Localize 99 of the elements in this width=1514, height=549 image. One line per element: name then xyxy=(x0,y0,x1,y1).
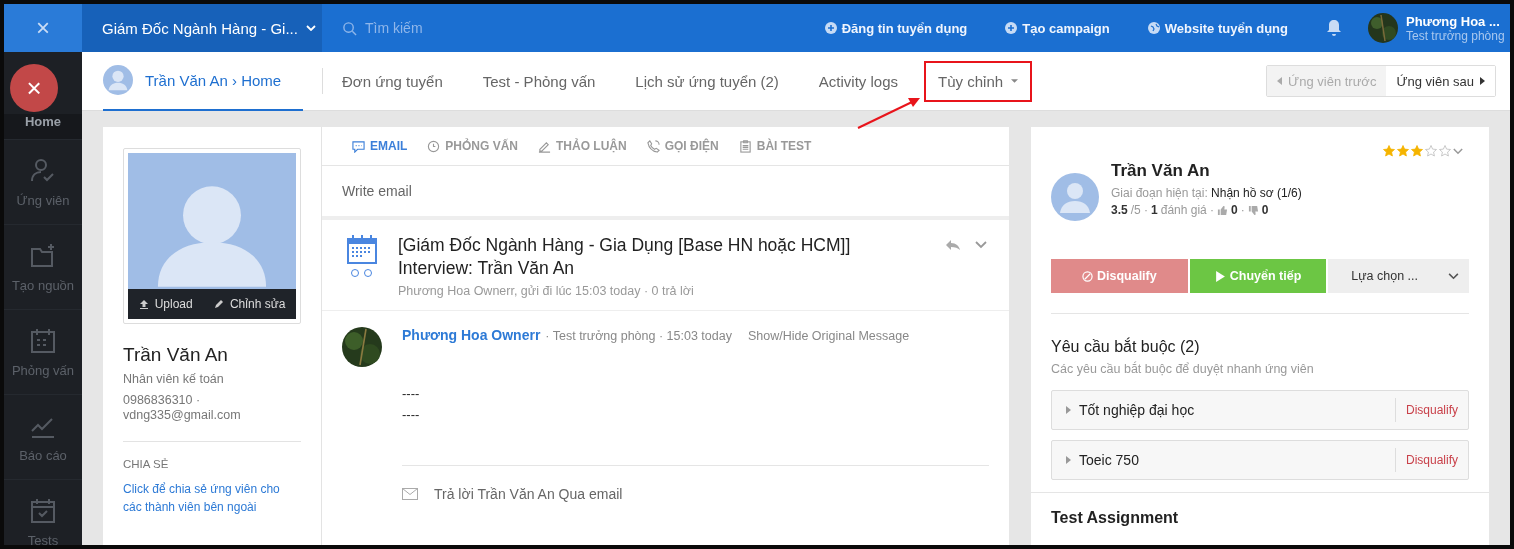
position-text: Nhân viên kế toán xyxy=(123,372,225,387)
rating-max: /5 · xyxy=(1130,203,1149,217)
choose-dropdown[interactable]: Lựa chọn ... xyxy=(1328,259,1469,293)
activity-tab[interactable]: GỌI ĐIỆN xyxy=(646,139,719,153)
star-icon[interactable] xyxy=(1397,145,1409,157)
rating-score: 3.5 xyxy=(1111,203,1128,217)
candidate-tab[interactable]: Trần Văn An › Home xyxy=(103,51,303,111)
activity-tab[interactable]: EMAIL xyxy=(352,139,408,153)
star-icon[interactable] xyxy=(1383,145,1395,157)
activity-tab[interactable]: BÀI TEST xyxy=(738,139,812,153)
chat-icon xyxy=(352,139,365,153)
candidate-name: Trần Văn An xyxy=(1111,161,1211,181)
clock-icon xyxy=(427,139,441,153)
review-count: 1 xyxy=(1151,203,1158,217)
nav-tab[interactable]: Test - Phỏng vấn xyxy=(482,72,596,90)
stage-value: Nhận hồ sơ (1/6) xyxy=(1211,186,1302,200)
phone-icon xyxy=(646,139,660,153)
disqualify-button[interactable]: Disqualify xyxy=(1051,259,1188,293)
globe-icon xyxy=(1147,22,1160,34)
chevron-down-icon[interactable] xyxy=(975,241,987,249)
avatar-icon xyxy=(1051,173,1099,221)
section-description: Các yêu cầu bắt buộc để duyệt nhanh ứng viên xyxy=(1051,362,1315,376)
nav-tab[interactable]: Đơn ứng tuyển xyxy=(342,72,443,90)
pen-icon xyxy=(538,139,552,153)
section-heading: Yêu cầu bắt buộc (2) xyxy=(1051,338,1201,356)
sidebar-item[interactable]: Home xyxy=(4,114,82,140)
activity-tab[interactable]: THẢO LUẬN xyxy=(538,139,627,153)
requirement-label: Tốt nghiệp đại học xyxy=(1079,402,1196,418)
clipboard-icon xyxy=(738,139,752,153)
like-count: 0 xyxy=(1231,203,1238,217)
plus-icon xyxy=(1005,22,1018,34)
plus-icon xyxy=(824,22,837,34)
nav-tab[interactable]: Activity logs xyxy=(818,72,899,90)
dislike-count: 0 xyxy=(1261,203,1269,217)
play-icon xyxy=(1214,270,1226,282)
search-icon xyxy=(342,20,357,36)
thumbs-up-icon xyxy=(1217,204,1229,216)
close-button[interactable]: × xyxy=(4,4,82,52)
search-field[interactable]: Tìm kiếm xyxy=(363,19,567,37)
sidebar-item[interactable]: Báo cáo xyxy=(4,395,82,480)
avatar-icon xyxy=(103,65,133,95)
mail-icon xyxy=(402,488,418,500)
requirement-label: Toeic 750 xyxy=(1079,452,1140,468)
expand-icon[interactable] xyxy=(1066,406,1071,414)
chevron-down-icon[interactable] xyxy=(1453,147,1463,155)
header-link[interactable]: Đăng tin tuyển dụng xyxy=(824,20,968,36)
share-link[interactable]: Click để chia sẻ ứng viên cho các thành viên bên ngoài xyxy=(123,480,301,516)
header-link[interactable]: Website tuyển dụng xyxy=(1147,20,1288,36)
expand-icon[interactable] xyxy=(1066,456,1071,464)
sidebar-item[interactable]: Ứng viên xyxy=(4,140,82,225)
star-icon[interactable] xyxy=(1439,145,1451,157)
upload-icon xyxy=(138,299,149,309)
section-heading: CHIA SẺ xyxy=(123,458,170,470)
review-label: đánh giá · xyxy=(1160,203,1215,217)
star-icon[interactable] xyxy=(1425,145,1437,157)
chevron-down-icon xyxy=(305,25,316,31)
notification-icon[interactable] xyxy=(1326,19,1342,37)
reply-icon[interactable] xyxy=(945,239,961,251)
sidebar-item[interactable]: Tạo nguồn xyxy=(4,225,82,310)
tests-icon xyxy=(29,496,57,525)
disqualify-link[interactable]: Disqualify xyxy=(1394,398,1458,422)
close-button[interactable]: × xyxy=(10,64,58,112)
job-dropdown[interactable]: Giám Đốc Ngành Hàng - Gi... xyxy=(82,4,322,52)
activity-tab[interactable]: PHỎNG VẤN xyxy=(427,139,519,153)
sender-name[interactable]: Phương Hoa Ownerr xyxy=(402,327,541,343)
ban-icon xyxy=(1081,270,1093,282)
annotation-arrow xyxy=(856,96,922,130)
contact-text: 0986836310 · vdng335@gmail.com xyxy=(123,393,242,423)
sidebar-item[interactable]: Tests xyxy=(4,480,82,545)
star-icon[interactable] xyxy=(1411,145,1423,157)
upload-button[interactable]: Upload xyxy=(136,295,195,313)
calendar-icon xyxy=(29,326,57,355)
disqualify-link[interactable]: Disqualify xyxy=(1394,448,1458,472)
thumbs-down-icon xyxy=(1247,204,1259,216)
nav-tab[interactable]: Tùy chỉnh xyxy=(926,62,1031,100)
reply-link[interactable]: Trả lời Trần Văn An Qua email xyxy=(434,486,623,502)
candidate-name: Trần Văn An xyxy=(123,344,229,366)
message-line: ---- xyxy=(402,385,421,403)
separator-dot: · xyxy=(1240,203,1245,217)
caret-left-icon xyxy=(1277,77,1283,85)
message-meta: · Test trưởng phòng · 15:03 today xyxy=(545,329,732,343)
sidebar-item[interactable]: Phỏng vấn xyxy=(4,310,82,395)
message-line: ---- xyxy=(402,406,421,424)
show-original-link[interactable]: Show/Hide Original Message xyxy=(747,329,910,343)
section-heading: Test Assignment xyxy=(1031,492,1489,527)
email-meta: Phương Hoa Ownerr, gửi đi lúc 15:03 today · 0 trả lời xyxy=(398,284,695,298)
email-subject: [Giám Đốc Ngành Hàng - Gia Dụng [Base HN hoặc HCM]] Interview: Trần Văn An xyxy=(398,234,852,280)
folder-icon xyxy=(29,241,57,270)
email-compose-field[interactable]: Write email xyxy=(322,166,1009,220)
edit-button[interactable]: Chỉnh sửa xyxy=(211,295,288,313)
user-role: Test trưởng phòng xyxy=(1406,28,1506,43)
stage-label: Giai đoạn hiện tại: xyxy=(1111,186,1208,200)
pencil-icon xyxy=(213,299,224,309)
calendar-icon xyxy=(346,234,378,278)
header-link[interactable]: Tạo campaign xyxy=(1005,20,1110,36)
nav-tab[interactable]: Lịch sử ứng tuyển (2) xyxy=(635,72,779,90)
chevron-down-icon xyxy=(1448,272,1459,280)
user-name: Phương Hoa ... xyxy=(1406,13,1501,29)
caret-right-icon xyxy=(1480,77,1485,85)
